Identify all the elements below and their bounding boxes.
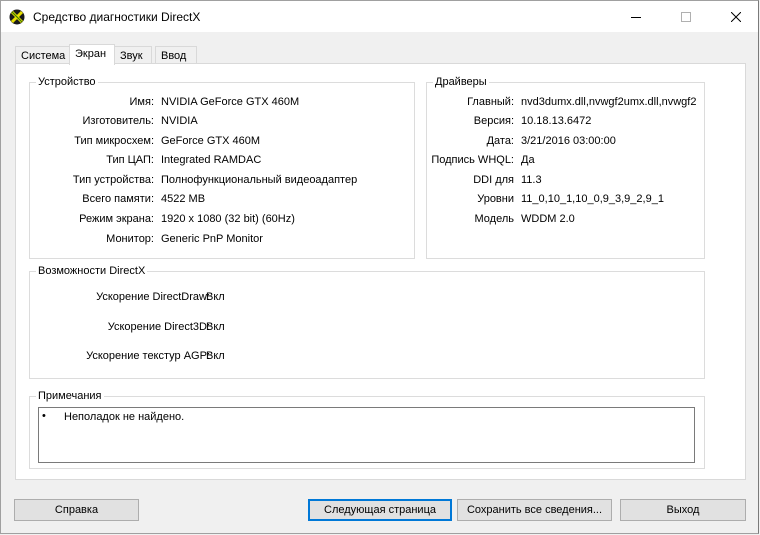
feature-label: Ускорение DirectDraw:: [96, 291, 210, 303]
driver-value: 11_0,10_1,10_0,9_3,9_2,9_1: [521, 193, 664, 205]
maximize-icon: [681, 11, 691, 22]
driver-label: Подпись WHQL:: [431, 154, 514, 166]
feature-value: Вкл: [206, 291, 225, 303]
feature-label: Ускорение текстур AGP:: [86, 350, 210, 362]
driver-value: nvd3dumx.dll,nvwgf2umx.dll,nvwgf2: [521, 96, 697, 108]
directx-features-group: Возможности DirectX Ускорение DirectDraw…: [29, 265, 705, 379]
device-value: 4522 MB: [161, 193, 206, 205]
device-value: NVIDIA: [161, 115, 198, 127]
tab-system[interactable]: Система: [15, 46, 70, 64]
feature-label: Ускорение Direct3D:: [107, 321, 210, 333]
tab-panel-display: Устройство Имя: NVIDIA GeForce GTX 460M …: [15, 63, 746, 480]
directx-app-icon: [9, 9, 25, 25]
features-group-title: Возможности DirectX: [36, 265, 148, 277]
driver-value: 11.3: [521, 174, 542, 186]
drivers-group-title: Драйверы: [433, 76, 489, 88]
driver-value: 3/21/2016 03:00:00: [521, 135, 616, 147]
device-label: Тип устройства:: [72, 174, 154, 186]
device-label: Имя:: [129, 96, 154, 108]
tab-input[interactable]: Ввод: [155, 46, 197, 64]
device-label: Тип ЦАП:: [106, 154, 154, 166]
driver-label: Уровни: [477, 193, 514, 205]
save-all-info-button[interactable]: Сохранить все сведения...: [457, 499, 612, 521]
device-value: Generic PnP Monitor: [161, 233, 263, 245]
notes-group: Примечания • Неполадок не найдено.: [29, 390, 705, 469]
feature-value: Вкл: [206, 350, 225, 362]
device-group-title: Устройство: [36, 76, 98, 88]
driver-label: Дата:: [486, 135, 514, 147]
minimize-button[interactable]: [613, 1, 659, 32]
driver-label: DDI для: [473, 174, 514, 186]
minimize-icon: [631, 16, 641, 18]
note-text: Неполадок не найдено.: [64, 411, 185, 423]
maximize-button[interactable]: [663, 1, 709, 32]
close-button[interactable]: [713, 1, 759, 32]
title-bar[interactable]: Средство диагностики DirectX: [1, 1, 758, 32]
window-title: Средство диагностики DirectX: [33, 10, 201, 24]
device-group: Устройство Имя: NVIDIA GeForce GTX 460M …: [29, 76, 415, 259]
device-value: Полнофункциональный видеоадаптер: [161, 174, 358, 186]
device-value: GeForce GTX 460M: [161, 135, 261, 147]
exit-button[interactable]: Выход: [620, 499, 746, 521]
bullet-icon: •: [42, 410, 46, 422]
notes-textbox[interactable]: • Неполадок не найдено.: [38, 407, 695, 463]
next-page-button[interactable]: Следующая страница: [308, 499, 452, 521]
device-value: 1920 x 1080 (32 bit) (60Hz): [161, 213, 295, 225]
driver-label: Версия:: [473, 115, 514, 127]
device-value: NVIDIA GeForce GTX 460M: [161, 96, 300, 108]
notes-group-title: Примечания: [36, 390, 104, 402]
tab-display[interactable]: Экран: [69, 44, 115, 65]
driver-value: 10.18.13.6472: [521, 115, 592, 127]
device-label: Тип микросхем:: [74, 135, 154, 147]
device-label: Режим экрана:: [79, 213, 154, 225]
device-label: Всего памяти:: [82, 193, 154, 205]
driver-label: Модель: [474, 213, 514, 225]
help-button[interactable]: Справка: [14, 499, 139, 521]
device-label: Изготовитель:: [82, 115, 155, 127]
device-label: Монитор:: [106, 233, 154, 245]
driver-value: WDDM 2.0: [521, 213, 575, 225]
driver-value: Да: [521, 154, 535, 166]
close-icon: [731, 11, 741, 22]
driver-label: Главный:: [467, 96, 514, 108]
tab-sound[interactable]: Звук: [114, 46, 152, 64]
device-value: Integrated RAMDAC: [161, 154, 262, 166]
feature-value: Вкл: [206, 321, 225, 333]
drivers-group: Драйверы Главный: nvd3dumx.dll,nvwgf2umx…: [426, 76, 705, 259]
directx-diagnostic-window: Средство диагностики DirectX Система Экр…: [0, 0, 759, 534]
